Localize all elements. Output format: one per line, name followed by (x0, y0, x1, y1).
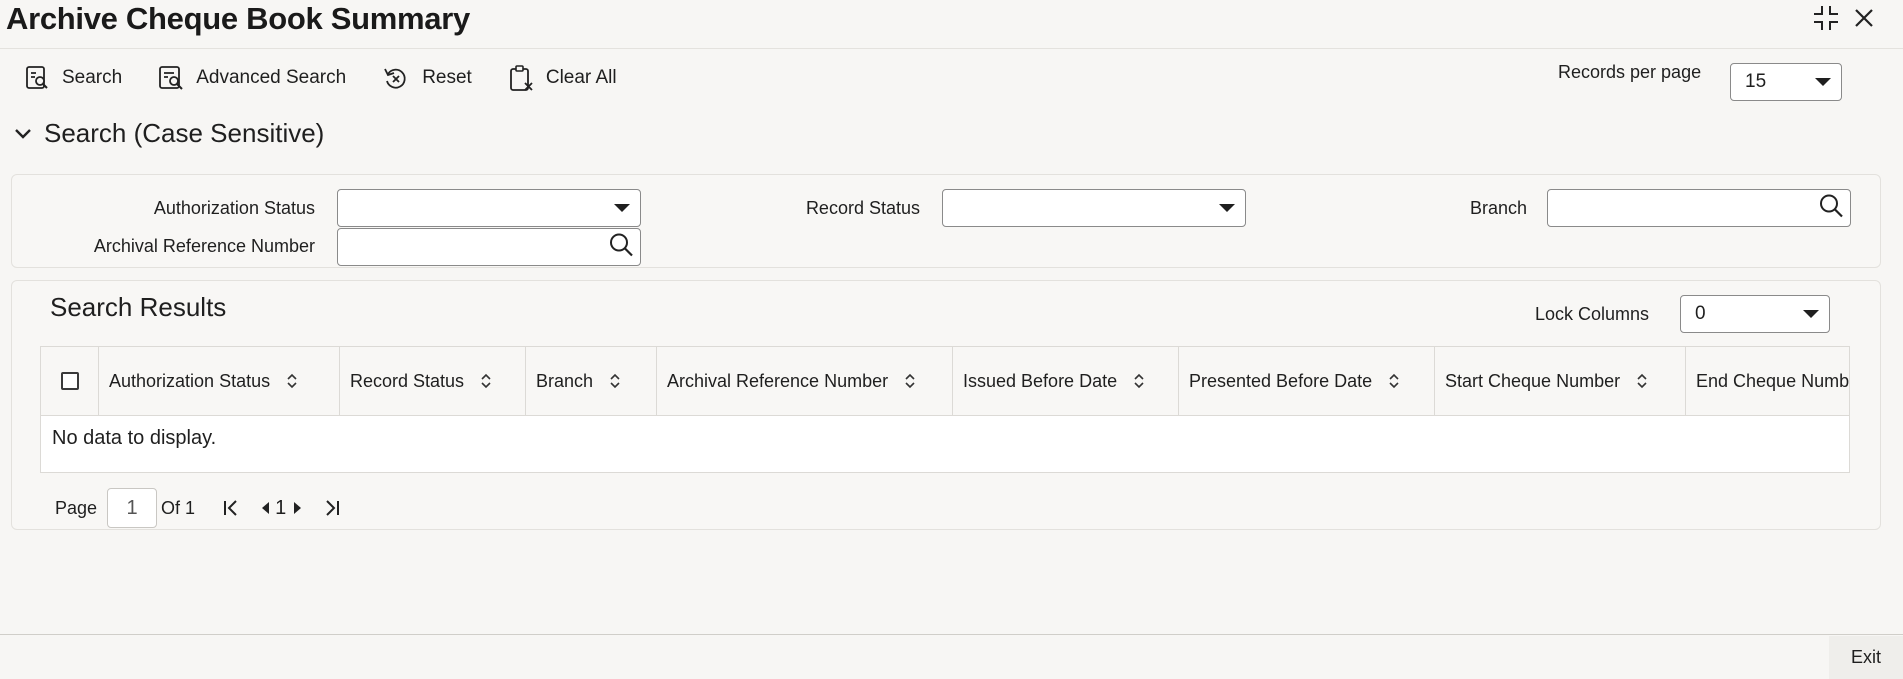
column-header-start-cheque-number[interactable]: Start Cheque Number (1435, 347, 1686, 415)
advanced-search-label: Advanced Search (196, 67, 347, 88)
sort-icon[interactable] (1388, 372, 1400, 390)
search-results-title: Search Results (50, 292, 227, 322)
search-button[interactable]: Search (24, 65, 122, 91)
column-header-authorization-status[interactable]: Authorization Status (99, 347, 340, 415)
records-per-page-value: 15 (1745, 71, 1767, 92)
select-all-cell (41, 347, 99, 415)
column-header-presented-before-date[interactable]: Presented Before Date (1179, 347, 1435, 415)
minimize-icon[interactable] (1810, 2, 1842, 34)
sort-icon[interactable] (1133, 372, 1145, 390)
current-page-number: 1 (275, 496, 287, 519)
page-number-input[interactable]: 1 (107, 488, 158, 528)
empty-message: No data to display. (52, 427, 217, 449)
reset-button-label: Reset (422, 67, 472, 88)
chevron-down-icon (1815, 78, 1831, 86)
page-label: Page (55, 497, 98, 518)
sort-icon[interactable] (904, 372, 916, 390)
pagination: Page 1 Of 1 1 (55, 488, 342, 528)
lock-columns-label: Lock Columns (1535, 304, 1650, 324)
search-icon[interactable] (1818, 193, 1844, 224)
clipboard-clear-icon (509, 65, 533, 91)
search-section-title: Search (Case Sensitive) (44, 118, 325, 148)
authorization-status-label: Authorization Status (153, 198, 315, 218)
chevron-down-icon (15, 128, 31, 139)
last-page-icon[interactable] (322, 498, 342, 518)
search-criteria-panel: Authorization Status Record Status Branc… (11, 174, 1881, 268)
advanced-search-icon (159, 66, 183, 90)
first-page-icon[interactable] (221, 498, 241, 518)
branch-field[interactable] (1547, 189, 1851, 227)
select-all-checkbox[interactable] (60, 372, 79, 390)
toolbar: Search Advanced Search Reset Clear All (24, 62, 653, 94)
results-table: Authorization Status Record Status Branc… (40, 346, 1850, 473)
record-status-select[interactable] (942, 189, 1246, 227)
sort-icon[interactable] (1636, 372, 1648, 390)
branch-label: Branch (1469, 198, 1527, 218)
search-doc-icon (26, 66, 48, 89)
records-per-page-label: Records per page (1558, 62, 1702, 82)
sort-icon[interactable] (286, 372, 298, 390)
reset-button[interactable]: Reset (382, 65, 472, 91)
clear-all-button[interactable]: Clear All (508, 64, 617, 92)
previous-page-icon[interactable] (259, 500, 271, 516)
chevron-down-icon (614, 204, 630, 212)
records-per-page-select[interactable]: 15 (1730, 63, 1842, 101)
search-button-label: Search (62, 67, 123, 88)
authorization-status-select[interactable] (337, 189, 641, 227)
chevron-down-icon (1219, 204, 1235, 212)
next-page-icon[interactable] (292, 500, 304, 516)
footer-divider (0, 634, 1903, 635)
title-divider (0, 48, 1903, 49)
column-header-issued-before-date[interactable]: Issued Before Date (953, 347, 1179, 415)
search-icon[interactable] (608, 232, 634, 263)
search-section-toggle[interactable]: Search (Case Sensitive) (14, 118, 324, 149)
exit-button[interactable]: Exit (1829, 636, 1903, 679)
window-title: Archive Cheque Book Summary (6, 1, 470, 36)
archival-reference-number-field[interactable] (337, 228, 641, 266)
sort-icon[interactable] (609, 372, 621, 390)
sort-icon[interactable] (480, 372, 492, 390)
column-header-end-cheque-number[interactable]: End Cheque Numbe (1686, 347, 1849, 415)
lock-columns-value: 0 (1695, 303, 1706, 324)
column-header-record-status[interactable]: Record Status (340, 347, 526, 415)
record-status-label: Record Status (805, 198, 920, 218)
page-of-label: Of 1 (161, 497, 196, 518)
table-header: Authorization Status Record Status Branc… (41, 347, 1849, 416)
column-header-branch[interactable]: Branch (526, 347, 657, 415)
clear-all-label: Clear All (545, 67, 617, 88)
column-header-archival-reference-number[interactable]: Archival Reference Number (657, 347, 953, 415)
reset-icon (384, 68, 406, 89)
chevron-down-icon (1803, 310, 1819, 318)
close-icon[interactable] (1848, 2, 1880, 34)
archival-reference-number-label: Archival Reference Number (93, 236, 315, 256)
advanced-search-button[interactable]: Advanced Search (158, 65, 346, 91)
lock-columns-select[interactable]: 0 (1680, 295, 1830, 333)
